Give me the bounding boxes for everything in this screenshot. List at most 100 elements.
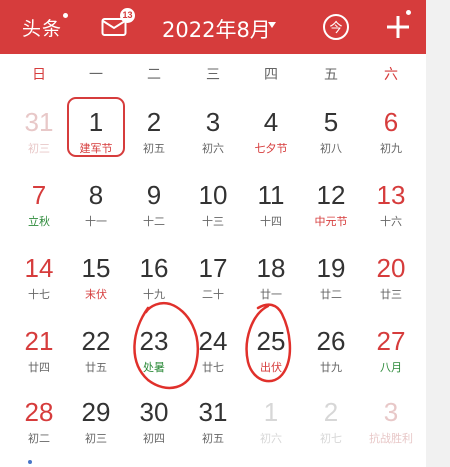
calendar-day[interactable]: 1 初六 [241,393,301,463]
lunar-label: 十六 [380,215,402,228]
lunar-label: 初三 [28,142,50,155]
calendar-day[interactable]: 24 廿七 [183,322,243,392]
calendar-day[interactable]: 2 初七 [301,393,361,463]
day-number: 4 [263,107,279,137]
day-number: 7 [31,180,47,210]
lunar-label: 廿五 [85,361,107,374]
calendar-day[interactable]: 30 初四 [124,393,184,463]
lunar-label: 二十 [202,288,224,301]
lunar-label: 七夕节 [254,142,288,155]
calendar-day[interactable]: 13 十六 [361,176,421,246]
day-number: 18 [256,253,286,283]
day-number: 14 [24,253,54,283]
lunar-label: 初九 [380,142,402,155]
calendar-day[interactable]: 3 抗战胜利 [361,393,421,463]
calendar-day[interactable]: 12 中元节 [301,176,361,246]
calendar-day[interactable]: 11 十四 [241,176,301,246]
calendar-day[interactable]: 20 廿三 [361,249,421,319]
lunar-label: 十九 [143,288,165,301]
weekday-label: 日 [32,67,46,83]
day-number: 13 [376,180,406,210]
lunar-label: 廿一 [260,288,282,301]
calendar-day[interactable]: 14 十七 [9,249,69,319]
weekday-label: 三 [206,67,220,83]
add-notification-dot [406,10,411,15]
calendar-day[interactable]: 19 廿二 [301,249,361,319]
top-bar: 头条 13 2022年8月 今 [0,0,426,54]
today-icon-label: 今 [329,20,342,36]
lunar-label: 初六 [260,432,282,445]
lunar-label: 初七 [320,432,342,445]
toutiao-label: 头条 [22,18,63,40]
day-number: 5 [323,107,339,137]
calendar-day[interactable]: 31 初五 [183,393,243,463]
lunar-label: 初二 [28,432,50,445]
calendar-day[interactable]: 6 初九 [361,103,421,173]
weekday-label: 五 [324,67,338,83]
add-icon[interactable] [383,12,413,42]
calendar-day[interactable]: 5 初八 [301,103,361,173]
calendar-day[interactable]: 26 廿九 [301,322,361,392]
calendar-day[interactable]: 23 处暑 [124,322,184,392]
today-icon[interactable]: 今 [322,13,350,41]
calendar-day[interactable]: 16 十九 [124,249,184,319]
calendar-day[interactable]: 9 十二 [124,176,184,246]
day-number: 25 [256,326,286,356]
calendar-day[interactable]: 18 廿一 [241,249,301,319]
day-number: 2 [323,397,339,427]
calendar-day[interactable]: 31 初三 [9,103,69,173]
day-number: 9 [146,180,162,210]
lunar-label: 立秋 [28,215,50,228]
lunar-label: 廿九 [320,361,342,374]
day-number: 31 [198,397,228,427]
calendar-day[interactable]: 27 八月 [361,322,421,392]
calendar-day[interactable]: 3 初六 [183,103,243,173]
lunar-label: 初六 [202,142,224,155]
weekday-label: 二 [147,67,161,83]
month-selector[interactable]: 2022年8月 [162,14,271,44]
day-number: 10 [198,180,228,210]
lunar-label: 处暑 [143,361,165,374]
lunar-label: 十二 [143,215,165,228]
day-number: 16 [139,253,169,283]
weekday-label: 一 [89,67,103,83]
calendar-day[interactable]: 22 廿五 [66,322,126,392]
lunar-label: 初四 [143,432,165,445]
lunar-label: 八月 [380,361,402,374]
sparkle-icon [28,460,32,464]
mail-badge: 13 [120,8,135,23]
calendar-day[interactable]: 7 立秋 [9,176,69,246]
lunar-label: 廿三 [380,288,402,301]
calendar-day[interactable]: 21 廿四 [9,322,69,392]
calendar-day[interactable]: 25 出伏 [241,322,301,392]
calendar-day[interactable]: 28 初二 [9,393,69,463]
day-number: 1 [263,397,279,427]
day-number: 11 [257,180,285,210]
calendar-day[interactable]: 10 十三 [183,176,243,246]
day-number: 12 [316,180,346,210]
chevron-down-icon[interactable] [268,22,276,28]
lunar-label: 十三 [202,215,224,228]
day-number: 24 [198,326,228,356]
calendar-day[interactable]: 17 二十 [183,249,243,319]
day-number: 8 [88,180,104,210]
calendar-day[interactable]: 29 初三 [66,393,126,463]
day-number: 26 [316,326,346,356]
side-panel-edge [426,0,450,467]
calendar-day[interactable]: 2 初五 [124,103,184,173]
today-highlight [67,97,125,157]
day-number: 3 [383,397,399,427]
lunar-label: 中元节 [314,215,348,228]
day-number: 28 [24,397,54,427]
day-number: 21 [24,326,54,356]
lunar-label: 廿七 [202,361,224,374]
lunar-label: 初三 [85,432,107,445]
day-number: 31 [24,107,54,137]
calendar-day[interactable]: 15 末伏 [66,249,126,319]
weekday-label: 六 [384,67,398,83]
day-number: 20 [376,253,406,283]
calendar-day[interactable]: 8 十一 [66,176,126,246]
calendar-day[interactable]: 4 七夕节 [241,103,301,173]
toutiao-tab[interactable]: 头条 [22,13,69,41]
day-number: 30 [139,397,169,427]
